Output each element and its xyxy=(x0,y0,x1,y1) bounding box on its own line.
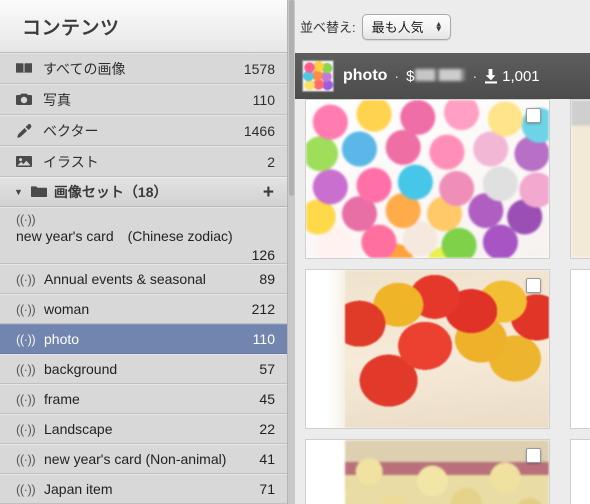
sidebar-item-label: すべての画像 xyxy=(43,60,126,77)
application-window: コンテンツ すべての画像 1578 写真 110 ベクター 1466 イラスト … xyxy=(0,0,590,504)
results-toolbar: 並べ替え: 最も人気 ▲ ▼ xyxy=(295,0,590,53)
sidebar-set-item-japan-item[interactable]: ((·)) Japan item 71 xyxy=(0,474,287,504)
sidebar-set-item-new-years-card-non-animal[interactable]: ((·)) new year's card (Non-animal) 41 xyxy=(0,444,287,474)
sidebar-item-vector[interactable]: ベクター 1466 xyxy=(0,115,287,146)
broadcast-icon: ((·)) xyxy=(16,391,36,407)
collection-thumbnail xyxy=(302,60,334,92)
broadcast-icon: ((·)) xyxy=(16,271,36,287)
image-set-section-header[interactable]: ▼ 画像セット（18） + xyxy=(0,177,287,207)
broadcast-icon: ((·)) xyxy=(16,361,36,377)
broadcast-icon: ((·)) xyxy=(16,212,36,227)
scrollbar-thumb[interactable] xyxy=(289,0,294,196)
broadcast-icon: ((·)) xyxy=(16,331,36,347)
sidebar-item-label: イラスト xyxy=(43,153,99,170)
sidebar-set-count: 110 xyxy=(252,331,275,347)
image-tile[interactable] xyxy=(570,99,590,259)
currency-symbol: $ xyxy=(406,67,415,85)
folder-icon xyxy=(30,186,47,198)
sidebar-set-count: 57 xyxy=(259,361,275,377)
collection-price: $ xyxy=(406,67,466,85)
sidebar-set-item-frame[interactable]: ((·)) frame 45 xyxy=(0,384,287,414)
collection-header-bar: photo · $ · 1,001 xyxy=(295,53,590,99)
sidebar-set-count: 126 xyxy=(251,247,275,263)
download-icon xyxy=(484,68,498,84)
sidebar-set-label: new year's card (Non-animal) xyxy=(44,451,227,467)
image-set-title: 画像セット（18） xyxy=(53,184,168,200)
sort-label: 並べ替え: xyxy=(300,20,356,35)
redacted-price-value xyxy=(415,68,466,81)
sidebar-set-label: new year's card (Chinese zodiac) xyxy=(16,228,233,244)
add-image-set-button[interactable]: + xyxy=(260,183,277,202)
download-count: 1,001 xyxy=(502,67,540,85)
sidebar-item-all-images[interactable]: すべての画像 1578 xyxy=(0,53,287,84)
separator-dot: · xyxy=(394,68,400,84)
sidebar-set-count: 45 xyxy=(259,391,275,407)
sidebar-set-label: Annual events & seasonal xyxy=(44,271,206,287)
sidebar-set-item-background[interactable]: ((·)) background 57 xyxy=(0,354,287,384)
sidebar-scrollbar[interactable] xyxy=(288,0,295,504)
sidebar-set-item-photo[interactable]: ((·)) photo 110 xyxy=(0,324,287,354)
image-thumbnail-pasta xyxy=(306,440,549,504)
sidebar-set-item-new-years-card-chinese-zodiac[interactable]: ((·)) new year's card (Chinese zodiac) 1… xyxy=(0,207,287,264)
broadcast-icon: ((·)) xyxy=(16,301,36,317)
sidebar-item-photos[interactable]: 写真 110 xyxy=(0,84,287,115)
sidebar-set-label: Landscape xyxy=(44,421,113,437)
image-tile[interactable] xyxy=(305,439,550,504)
sidebar-set-count: 22 xyxy=(259,421,275,437)
sidebar-set-label: background xyxy=(44,361,118,377)
sort-select-value: 最も人気 xyxy=(371,20,424,35)
sidebar-item-illustration[interactable]: イラスト 2 xyxy=(0,146,287,177)
sidebar-set-label: frame xyxy=(44,391,80,407)
page-title: コンテンツ xyxy=(22,17,120,39)
sidebar-set-label: photo xyxy=(44,331,80,347)
image-thumbnail-candies xyxy=(306,100,549,258)
separator-dot: · xyxy=(472,68,478,84)
camera-icon xyxy=(16,93,36,106)
collection-name: photo xyxy=(343,67,388,84)
sidebar-set-item-landscape[interactable]: ((·)) Landscape 22 xyxy=(0,414,287,444)
image-select-checkbox[interactable] xyxy=(526,278,541,293)
broadcast-icon: ((·)) xyxy=(16,451,36,467)
stepper-arrows-icon: ▲ ▼ xyxy=(434,18,443,34)
results-panel: 並べ替え: 最も人気 ▲ ▼ photo · $ · 1,001 xyxy=(295,0,590,504)
pen-icon xyxy=(16,123,36,138)
image-select-checkbox[interactable] xyxy=(526,108,541,123)
sidebar-set-count: 41 xyxy=(259,451,275,467)
picture-icon xyxy=(16,155,36,168)
sidebar-item-count: 1466 xyxy=(243,122,275,139)
image-tile[interactable] xyxy=(570,269,590,429)
sort-select[interactable]: 最も人気 ▲ ▼ xyxy=(361,13,451,40)
image-tile[interactable] xyxy=(570,439,590,504)
sidebar-set-count: 89 xyxy=(259,271,275,287)
sidebar-item-label: ベクター xyxy=(43,122,99,139)
sidebar-set-count: 71 xyxy=(259,481,275,497)
image-thumbnail-tomatoes-2 xyxy=(571,270,590,428)
image-tile[interactable] xyxy=(305,269,550,429)
book-icon xyxy=(16,62,36,75)
sidebar-set-item-woman[interactable]: ((·)) woman 212 xyxy=(0,294,287,324)
sidebar-set-label: Japan item xyxy=(44,481,113,497)
image-thumbnail-greens xyxy=(571,100,590,258)
image-select-checkbox[interactable] xyxy=(526,448,541,463)
sidebar-header: コンテンツ xyxy=(0,0,287,53)
sidebar-item-count: 2 xyxy=(267,153,275,170)
sidebar-set-item-annual-events-seasonal[interactable]: ((·)) Annual events & seasonal 89 xyxy=(0,264,287,294)
sidebar-item-count: 110 xyxy=(252,91,275,108)
sidebar-item-label: 写真 xyxy=(43,91,71,108)
image-thumbnail-pasta-2 xyxy=(571,440,590,504)
sidebar-item-count: 1578 xyxy=(243,60,275,77)
broadcast-icon: ((·)) xyxy=(16,481,36,497)
sidebar-set-count: 212 xyxy=(251,301,275,317)
broadcast-icon: ((·)) xyxy=(16,421,36,437)
chevron-down-icon[interactable]: ▼ xyxy=(14,187,23,197)
image-tile[interactable] xyxy=(305,99,550,259)
image-results-grid xyxy=(295,99,590,504)
sidebar-set-label: woman xyxy=(44,301,90,317)
image-thumbnail-tomatoes xyxy=(306,270,549,428)
content-sidebar: コンテンツ すべての画像 1578 写真 110 ベクター 1466 イラスト … xyxy=(0,0,288,504)
